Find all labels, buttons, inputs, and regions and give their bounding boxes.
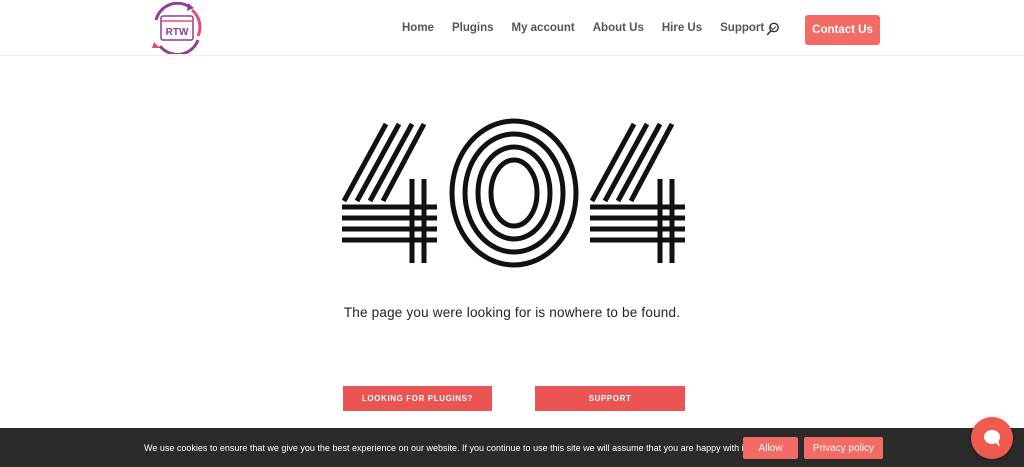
chat-launcher-button[interactable] [971,417,1013,459]
contact-us-button[interactable]: Contact Us [805,15,880,45]
main-nav: Home Plugins My account About Us Hire Us… [402,22,795,34]
error-message: The page you were looking for is nowhere… [343,305,681,320]
digit-zero [449,118,579,268]
nav-home[interactable]: Home [402,22,434,34]
cookie-text: We use cookies to ensure that we give yo… [144,443,749,453]
nav-hire-us[interactable]: Hire Us [662,22,702,34]
privacy-policy-button[interactable]: Privacy policy [804,437,883,459]
search-icon[interactable] [766,22,780,36]
error-404-graphic [341,118,685,268]
cookie-consent-bar: We use cookies to ensure that we give yo… [0,428,1024,467]
nav-my-account[interactable]: My account [511,22,574,34]
digit-four-left [341,122,437,263]
support-button[interactable]: SUPPORT [535,386,685,411]
site-logo[interactable]: RTW [148,1,206,56]
nav-support-label: Support [720,22,765,34]
looking-for-plugins-button[interactable]: LOOKING FOR PLUGINS? [343,386,492,411]
cookie-allow-button[interactable]: Allow [743,437,798,459]
digit-four-right [589,122,685,263]
svg-text:RTW: RTW [166,27,189,38]
site-header: RTW Home Plugins My account About Us Hir… [0,0,1024,56]
chat-bubble-icon [984,430,1000,447]
logo-icon: RTW [152,1,202,56]
nav-plugins[interactable]: Plugins [452,22,494,34]
nav-about-us[interactable]: About Us [593,22,644,34]
